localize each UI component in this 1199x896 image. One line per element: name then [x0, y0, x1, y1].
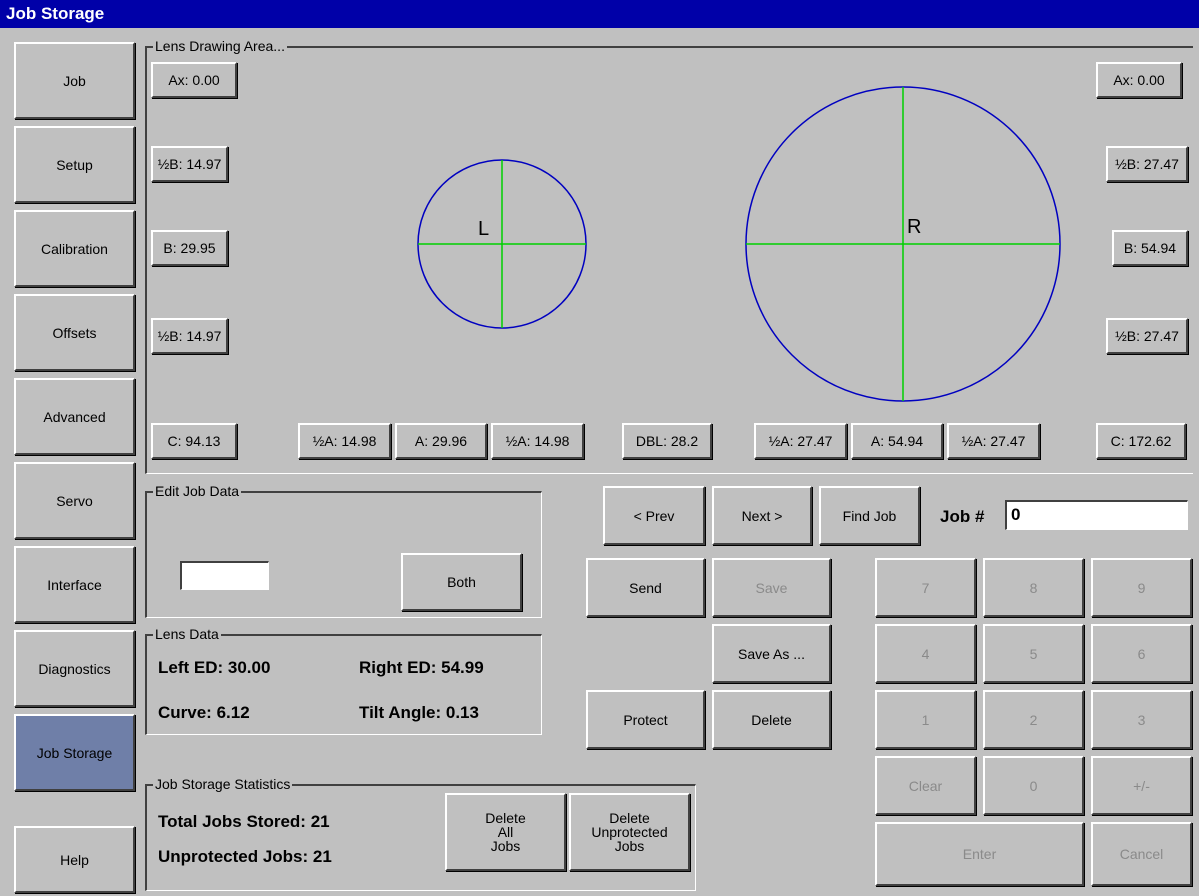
delete-unprotected-jobs-line2: Unprotected — [591, 824, 668, 840]
right-b-button[interactable]: B: 54.94 — [1112, 230, 1188, 266]
edit-job-data-label: Edit Job Data — [153, 483, 242, 499]
keypad-1[interactable]: 1 — [875, 690, 976, 749]
keypad-plus-minus[interactable]: +/- — [1091, 756, 1192, 815]
left-half-a-2-button[interactable]: ½A: 14.98 — [491, 423, 584, 459]
next-button[interactable]: Next > — [712, 486, 812, 545]
left-ax-button[interactable]: Ax: 0.00 — [151, 62, 237, 98]
right-lens: R — [745, 86, 1061, 402]
left-lens: L — [417, 159, 587, 329]
both-button[interactable]: Both — [401, 553, 522, 611]
left-half-b-top-button[interactable]: ½B: 14.97 — [151, 146, 228, 182]
keypad-6[interactable]: 6 — [1091, 624, 1192, 683]
keypad-7[interactable]: 7 — [875, 558, 976, 617]
left-b-button[interactable]: B: 29.95 — [151, 230, 228, 266]
keypad-cancel[interactable]: Cancel — [1091, 822, 1192, 886]
unprotected-jobs: Unprotected Jobs: 21 — [158, 847, 332, 866]
tilt-angle-value: Tilt Angle: 0.13 — [359, 703, 479, 722]
left-ed-value: Left ED: 30.00 — [158, 658, 271, 677]
keypad-2[interactable]: 2 — [983, 690, 1084, 749]
keypad-9[interactable]: 9 — [1091, 558, 1192, 617]
right-lens-letter: R — [907, 216, 921, 238]
left-half-b-bottom-button[interactable]: ½B: 14.97 — [151, 318, 228, 354]
keypad-5[interactable]: 5 — [983, 624, 1084, 683]
right-half-b-top-button[interactable]: ½B: 27.47 — [1106, 146, 1188, 182]
delete-unprotected-jobs-line3: Jobs — [614, 838, 645, 854]
keypad-enter[interactable]: Enter — [875, 822, 1084, 886]
delete-all-jobs-line1: Delete — [485, 810, 526, 826]
dbl-button[interactable]: DBL: 28.2 — [622, 423, 712, 459]
protect-button[interactable]: Protect — [586, 690, 705, 749]
left-lens-letter: L — [478, 218, 489, 240]
keypad-4[interactable]: 4 — [875, 624, 976, 683]
left-a-button[interactable]: A: 29.96 — [395, 423, 487, 459]
delete-all-jobs-button[interactable]: Delete All Jobs — [445, 793, 566, 871]
right-ax-button[interactable]: Ax: 0.00 — [1096, 62, 1182, 98]
delete-all-jobs-line3: Jobs — [490, 838, 521, 854]
job-number-input[interactable]: 0 — [1005, 500, 1188, 530]
keypad-8[interactable]: 8 — [983, 558, 1084, 617]
right-a-button[interactable]: A: 54.94 — [851, 423, 943, 459]
keypad-clear[interactable]: Clear — [875, 756, 976, 815]
right-ed-value: Right ED: 54.99 — [359, 658, 484, 677]
left-c-button[interactable]: C: 94.13 — [151, 423, 237, 459]
total-jobs-stored: Total Jobs Stored: 21 — [158, 812, 330, 831]
edit-job-data-input[interactable] — [180, 561, 269, 590]
delete-unprotected-jobs-button[interactable]: Delete Unprotected Jobs — [569, 793, 690, 871]
right-half-a-2-button[interactable]: ½A: 27.47 — [947, 423, 1040, 459]
save-button[interactable]: Save — [712, 558, 831, 617]
delete-unprotected-jobs-line1: Delete — [609, 810, 650, 826]
keypad-3[interactable]: 3 — [1091, 690, 1192, 749]
keypad-0[interactable]: 0 — [983, 756, 1084, 815]
left-half-a-1-button[interactable]: ½A: 14.98 — [298, 423, 391, 459]
curve-value: Curve: 6.12 — [158, 703, 250, 722]
right-c-button[interactable]: C: 172.62 — [1096, 423, 1186, 459]
delete-button[interactable]: Delete — [712, 690, 831, 749]
prev-button[interactable]: < Prev — [603, 486, 705, 545]
right-half-b-bottom-button[interactable]: ½B: 27.47 — [1106, 318, 1188, 354]
job-number-label: Job # — [940, 507, 985, 526]
find-job-button[interactable]: Find Job — [819, 486, 920, 545]
job-storage-statistics-label: Job Storage Statistics — [153, 776, 293, 792]
save-as-button[interactable]: Save As ... — [712, 624, 831, 683]
right-half-a-1-button[interactable]: ½A: 27.47 — [754, 423, 847, 459]
delete-all-jobs-line2: All — [497, 824, 514, 840]
send-button[interactable]: Send — [586, 558, 705, 617]
lens-data-label: Lens Data — [153, 626, 221, 642]
